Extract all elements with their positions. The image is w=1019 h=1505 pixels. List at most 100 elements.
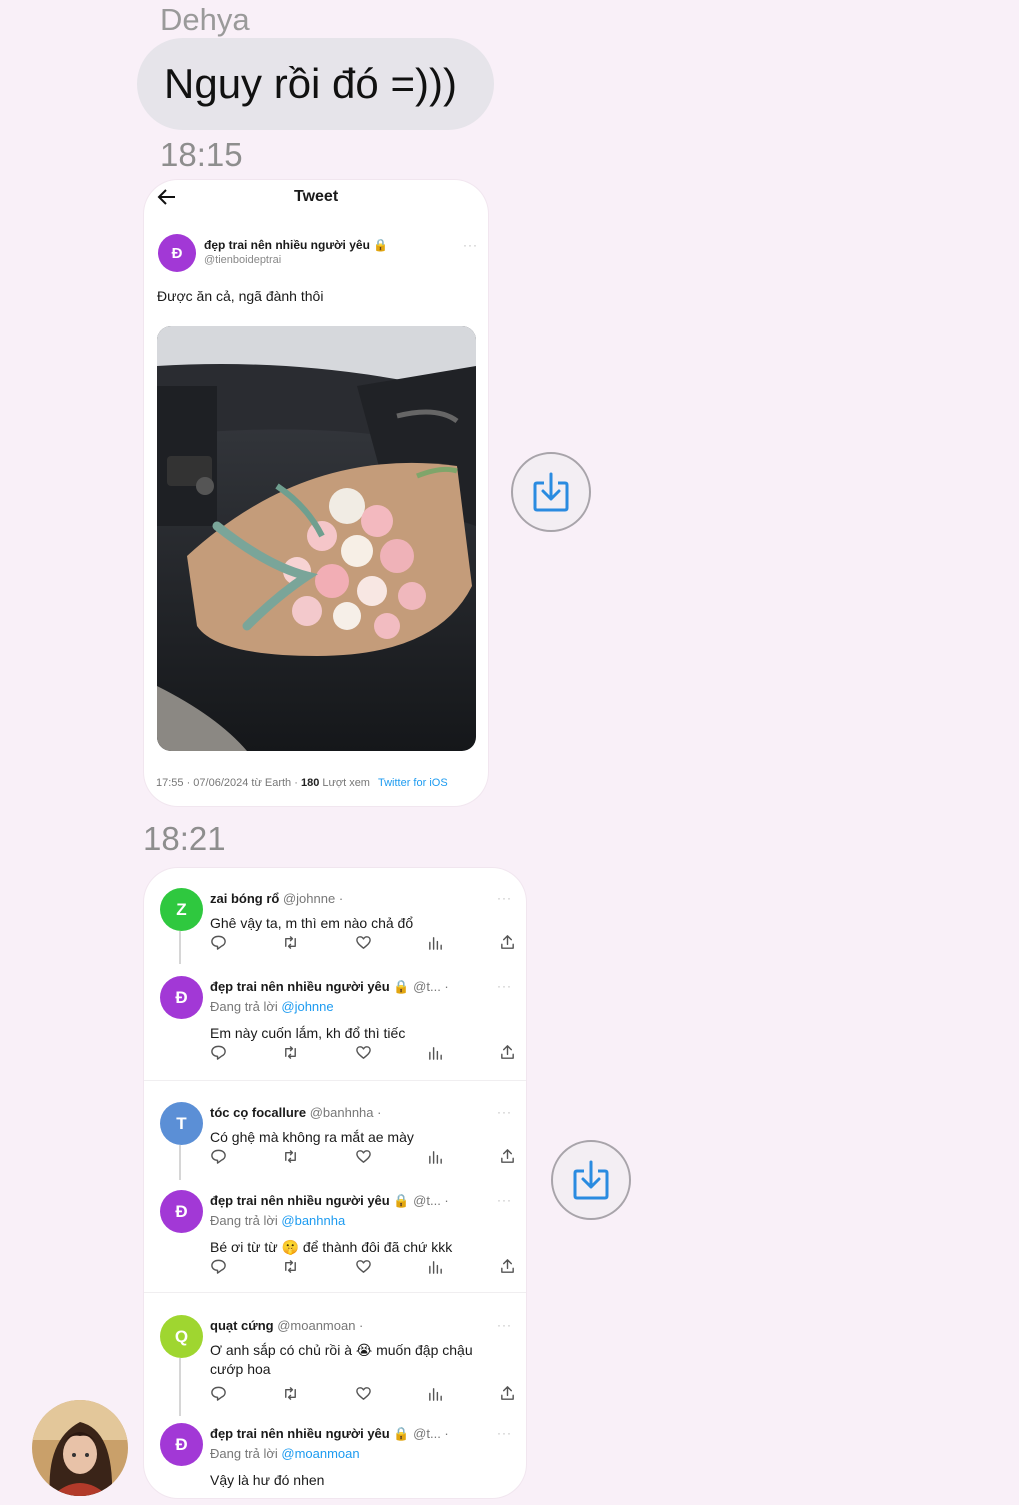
heart-icon[interactable] (355, 1148, 372, 1166)
sender-name: Dehya (160, 2, 250, 37)
message-text: Nguy rồi đó =))) (164, 60, 457, 107)
flower-bouquet-photo (157, 326, 476, 751)
views-label: Lượt xem (319, 777, 370, 789)
reply-icon[interactable] (210, 1044, 227, 1062)
action-bar (210, 1148, 516, 1166)
views-icon[interactable] (427, 1385, 444, 1403)
message-bubble[interactable]: Nguy rồi đó =))) (137, 38, 494, 130)
avatar[interactable]: T (160, 1102, 203, 1145)
tweet-meta: 17:55 · 07/06/2024 từ Earth · 180 Lượt x… (156, 777, 448, 789)
share-icon[interactable] (499, 1258, 516, 1276)
more-icon[interactable]: ··· (497, 1105, 512, 1119)
reply-author: tóc cọ focallure @banhnha · (210, 1105, 381, 1120)
view-count: 180 (300, 777, 320, 789)
share-icon[interactable] (499, 1148, 516, 1166)
author-handle: @moanmoan · (277, 1318, 364, 1333)
reply-icon[interactable] (210, 1385, 227, 1403)
reply-icon[interactable] (210, 934, 227, 952)
reply-author: đẹp trai nên nhiều người yêu 🔒 @t... · (210, 1193, 449, 1209)
mention-link[interactable]: @moanmoan (281, 1446, 359, 1461)
action-bar (210, 1258, 516, 1276)
author-name: tóc cọ focallure (210, 1105, 307, 1120)
retweet-icon[interactable] (282, 1148, 299, 1166)
author-name: đẹp trai nên nhiều người yêu 🔒 (210, 979, 410, 994)
retweet-icon[interactable] (282, 1044, 299, 1062)
action-bar (210, 1044, 516, 1062)
reply-text: Có ghệ mà không ra mắt ae mày (210, 1129, 414, 1145)
avatar[interactable]: Đ (160, 1423, 203, 1466)
tweet-screenshot-image[interactable]: Tweet Đ đẹp trai nên nhiều người yêu 🔒 @… (144, 180, 488, 806)
author-name: zai bóng rổ (210, 891, 280, 906)
tweet-text: Được ăn cả, ngã đành thôi (157, 288, 324, 304)
author-handle: @johnne · (282, 891, 344, 906)
author-handle: @t... · (413, 979, 449, 994)
replying-to-label: Đang trả lời (210, 999, 282, 1014)
retweet-icon[interactable] (282, 934, 299, 952)
tweet-client: Twitter for iOS (377, 777, 448, 789)
share-icon[interactable] (499, 1044, 516, 1062)
replies-screenshot-image[interactable]: Zzai bóng rổ @johnne · ··· Ghê vậy ta, m t… (144, 868, 526, 1498)
timestamp: 18:15 (160, 136, 243, 173)
download-icon (573, 1160, 609, 1200)
avatar[interactable]: Q (160, 1315, 203, 1358)
thread-line (179, 931, 181, 964)
mention-link[interactable]: @johnne (281, 999, 333, 1014)
views-icon[interactable] (427, 934, 444, 952)
more-icon[interactable]: ··· (497, 891, 512, 905)
avatar[interactable]: Đ (160, 1190, 203, 1233)
heart-icon[interactable] (355, 934, 372, 952)
avatar: Đ (158, 234, 196, 272)
divider (144, 1080, 526, 1081)
reply-author: zai bóng rổ @johnne · (210, 891, 343, 906)
download-icon (533, 472, 569, 512)
reply-author: quạt cứng @moanmoan · (210, 1318, 363, 1333)
heart-icon[interactable] (355, 1258, 372, 1276)
reply-icon[interactable] (210, 1148, 227, 1166)
reply-text: Ơ anh sắp có chủ rồi à 😭 muốn đập chậu c… (210, 1342, 473, 1377)
reply-author: đẹp trai nên nhiều người yêu 🔒 @t... · (210, 979, 449, 995)
heart-icon[interactable] (355, 1385, 372, 1403)
author-name: quạt cứng (210, 1318, 274, 1333)
views-icon[interactable] (427, 1044, 444, 1062)
more-icon[interactable]: ··· (497, 1318, 512, 1332)
views-icon[interactable] (427, 1258, 444, 1276)
avatar[interactable]: Đ (160, 976, 203, 1019)
views-icon[interactable] (427, 1148, 444, 1166)
download-button[interactable] (511, 452, 591, 532)
share-icon[interactable] (499, 1385, 516, 1403)
mention-link[interactable]: @banhnha (281, 1213, 345, 1228)
action-bar (210, 934, 516, 952)
replying-to: Đang trả lời @banhnha (210, 1213, 345, 1228)
author-name: đẹp trai nên nhiều người yêu 🔒 (210, 1193, 410, 1208)
action-bar (210, 1385, 516, 1403)
retweet-icon[interactable] (282, 1258, 299, 1276)
more-icon[interactable]: ··· (497, 979, 512, 993)
divider (144, 1292, 526, 1293)
tweet-header-title: Tweet (294, 188, 339, 205)
share-icon[interactable] (499, 934, 516, 952)
replying-to: Đang trả lời @moanmoan (210, 1446, 360, 1461)
more-icon[interactable]: ··· (497, 1193, 512, 1207)
more-icon[interactable]: ··· (497, 1426, 512, 1440)
reply-text: Em này cuốn lắm, kh đổ thì tiếc (210, 1025, 406, 1041)
author-name: đẹp trai nên nhiều người yêu 🔒 (204, 238, 389, 252)
author-handle: @banhnha · (309, 1105, 382, 1120)
avatar[interactable]: Z (160, 888, 203, 931)
tweet-date: 17:55 · 07/06/2024 từ Earth · (156, 777, 301, 789)
author-handle: @tienboideptrai (204, 254, 282, 266)
thread-line (179, 1145, 181, 1180)
timestamp: 18:21 (143, 820, 226, 857)
author-handle: @t... · (413, 1426, 449, 1441)
reply-icon[interactable] (210, 1258, 227, 1276)
reply-author: đẹp trai nên nhiều người yêu 🔒 @t... · (210, 1426, 449, 1442)
replying-to-label: Đang trả lời (210, 1213, 282, 1228)
heart-icon[interactable] (355, 1044, 372, 1062)
retweet-icon[interactable] (282, 1385, 299, 1403)
reply-text: Bé ơi từ từ 🤫 để thành đôi đã chứ kkk (210, 1239, 453, 1255)
avatar[interactable] (32, 1400, 128, 1496)
author-handle: @t... · (413, 1193, 449, 1208)
reply-text: Ghê vậy ta, m thì em nào chả đổ (210, 915, 414, 931)
replying-to: Đang trả lời @johnne (210, 999, 334, 1014)
replying-to-label: Đang trả lời (210, 1446, 282, 1461)
download-button[interactable] (551, 1140, 631, 1220)
